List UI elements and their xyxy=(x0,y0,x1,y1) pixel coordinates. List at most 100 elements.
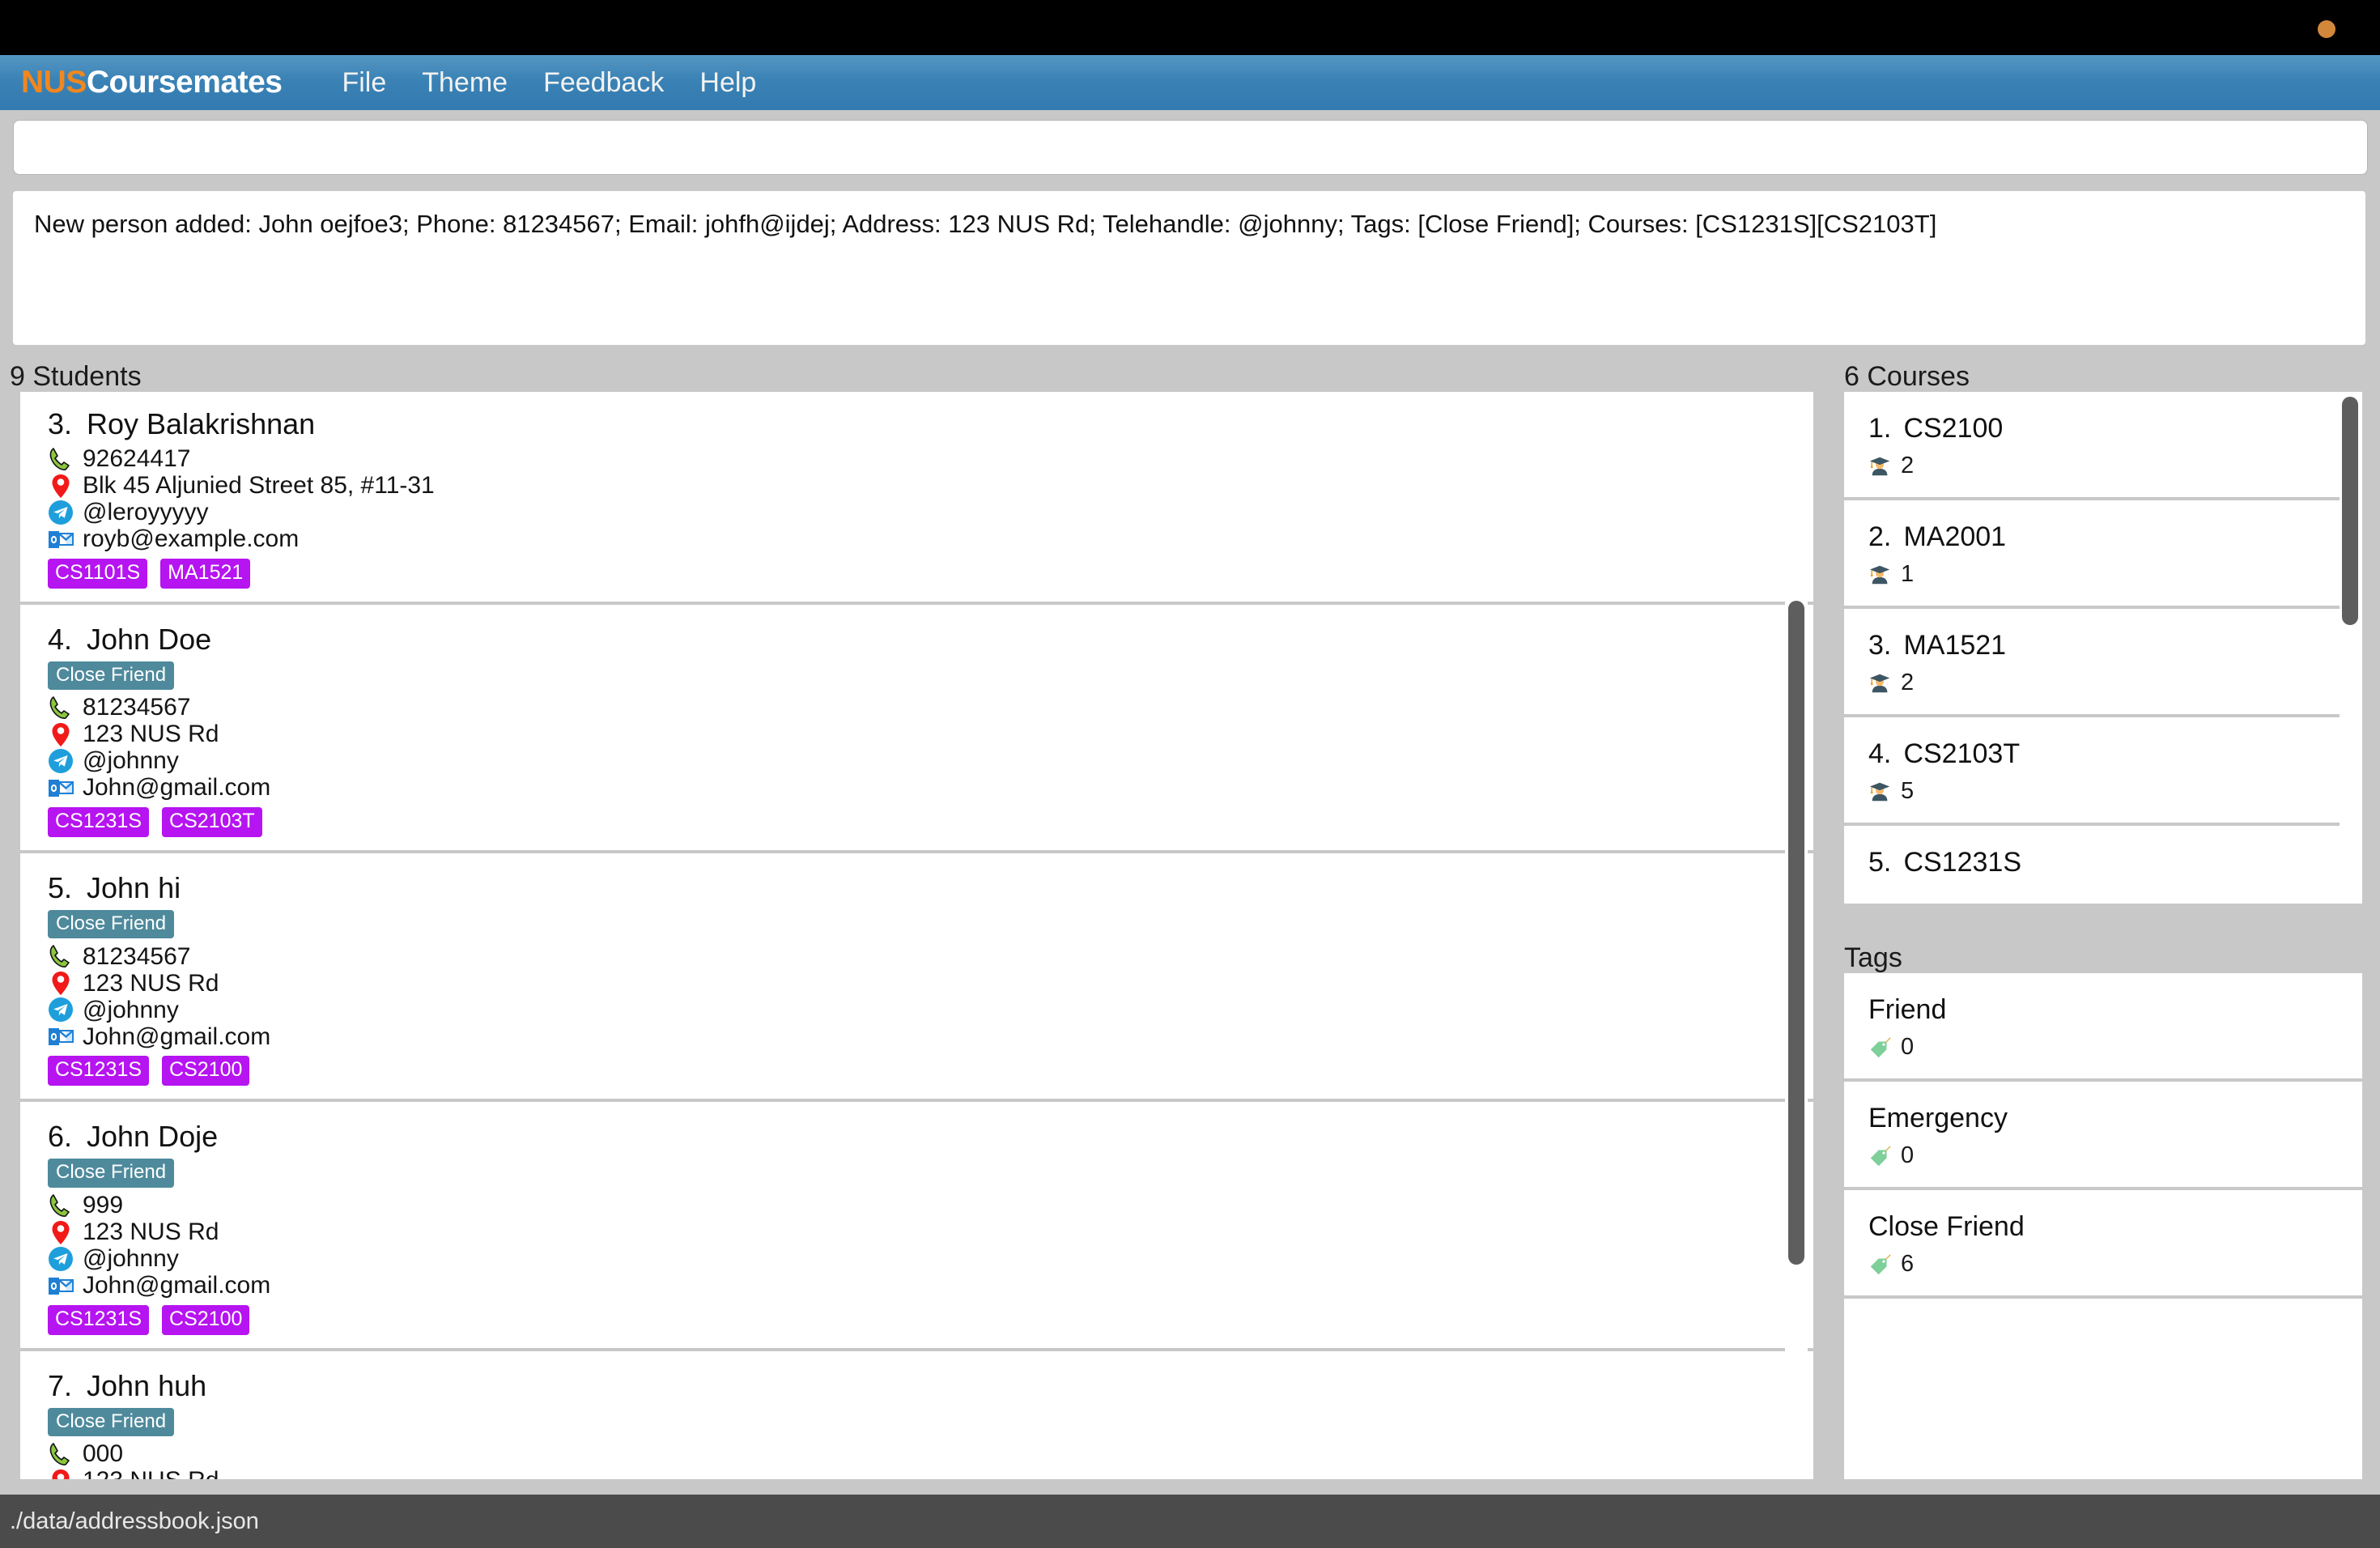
course-index: 3. xyxy=(1868,630,1892,661)
student-address: 123 NUS Rd xyxy=(48,970,1813,996)
course-card[interactable]: 1. CS2100 2 xyxy=(1844,392,2340,500)
menu-item-help[interactable]: Help xyxy=(682,62,774,104)
student-address-text: 123 NUS Rd xyxy=(83,969,219,997)
tag-card[interactable]: Friend 0 xyxy=(1844,973,2362,1082)
student-course-chips: CS1231S CS2103T xyxy=(48,807,1813,837)
student-email-text: John@gmail.com xyxy=(83,1023,271,1050)
course-list-scroll-content: 1. CS2100 2 2. MA2001 1 3. MA1521 2 4. CS2103T… xyxy=(1844,392,2340,904)
student-card[interactable]: 6. John Doje Close Friend 999 123 NUS Rd @jo… xyxy=(20,1102,1813,1351)
student-course-chips: CS1231S CS2100 xyxy=(48,1056,1813,1087)
student-tag-row: Close Friend xyxy=(48,661,1813,695)
student-email: John@gmail.com xyxy=(48,1023,1813,1049)
student-list-scrollbar-thumb[interactable] xyxy=(1788,601,1804,1265)
tag-icon xyxy=(1868,1036,1893,1060)
course-card[interactable]: 2. MA2001 1 xyxy=(1844,500,2340,609)
student-phone: 81234567 xyxy=(48,695,1813,721)
student-index: 7. xyxy=(48,1368,73,1402)
course-chip: CS1231S xyxy=(48,1056,150,1087)
course-card[interactable]: 5. CS1231S xyxy=(1844,826,2340,904)
student-tag-chip: Close Friend xyxy=(48,1407,175,1437)
tag-count: 6 xyxy=(1868,1251,2362,1278)
student-telehandle-text: @johnny xyxy=(83,747,179,775)
course-student-count-value: 5 xyxy=(1901,778,1915,804)
student-list-scroll-content: irfan@example.comCS2103T3. Roy Balakrish… xyxy=(20,392,1813,1479)
phone-icon xyxy=(48,1441,74,1467)
course-index: 4. xyxy=(1868,738,1892,769)
student-index: 3. xyxy=(48,406,73,440)
course-code: 5. CS1231S xyxy=(1868,847,2021,878)
menu-item-file[interactable]: File xyxy=(324,62,404,104)
student-address-text: Blk 45 Aljunied Street 85, #11-31 xyxy=(83,472,435,499)
student-index: 6. xyxy=(48,1120,73,1154)
student-telehandle: @johnny xyxy=(48,997,1813,1023)
course-list-scrollbar-thumb[interactable] xyxy=(2342,397,2358,625)
email-icon xyxy=(48,775,74,801)
student-tag-chip: Close Friend xyxy=(48,1159,175,1188)
student-icon xyxy=(1868,780,1893,804)
course-chip: MA1521 xyxy=(160,558,251,589)
telegram-icon xyxy=(48,500,74,525)
student-email-text: John@gmail.com xyxy=(83,1272,271,1299)
tag-list-scroll-content: Friend 0 Emergency 0 Close Friend 6 xyxy=(1844,973,2362,1299)
course-card[interactable]: 4. CS2103T 5 xyxy=(1844,717,2340,826)
student-card[interactable]: 3. Roy Balakrishnan 92624417 Blk 45 Aljuni… xyxy=(20,392,1813,605)
menu-item-theme[interactable]: Theme xyxy=(404,62,525,104)
students-section-heading: 9 Students xyxy=(10,361,142,392)
student-card[interactable]: 4. John Doe Close Friend 81234567 123 NUS R… xyxy=(20,604,1813,853)
student-index: 5. xyxy=(48,870,73,904)
student-name: 3. Roy Balakrishnan xyxy=(48,406,316,440)
command-input[interactable] xyxy=(14,121,2367,174)
student-address: 123 NUS Rd xyxy=(48,1219,1813,1245)
course-index: 5. xyxy=(1868,847,1892,878)
tag-count-value: 0 xyxy=(1901,1034,1915,1060)
courses-section-heading: 6 Courses xyxy=(1844,361,1970,392)
student-card[interactable]: 7. John huhClose Friend000123 NUS Rd@joh… xyxy=(20,1350,1813,1479)
student-phone: 999 xyxy=(48,1193,1813,1218)
course-list-panel[interactable]: 1. CS2100 2 2. MA2001 1 3. MA1521 2 4. CS2103T… xyxy=(1844,392,2362,904)
course-code: 3. MA1521 xyxy=(1868,630,2007,661)
student-telehandle: @leroyyyyy xyxy=(48,500,1813,525)
tag-icon xyxy=(1868,1144,1893,1168)
student-phone-text: 999 xyxy=(83,1192,124,1219)
menu-items: File Theme Feedback Help xyxy=(324,62,774,104)
course-chip: CS1231S xyxy=(48,1304,150,1335)
status-bar-file-path: ./data/addressbook.json xyxy=(10,1508,259,1534)
app-logo: NUSCoursemates xyxy=(21,65,283,100)
course-chip: CS2100 xyxy=(162,1056,250,1087)
tag-card[interactable]: Emergency 0 xyxy=(1844,1082,2362,1190)
student-telehandle-text: @johnny xyxy=(83,1245,179,1273)
student-phone-text: 000 xyxy=(83,1440,124,1468)
course-card[interactable]: 3. MA1521 2 xyxy=(1844,609,2340,717)
phone-icon xyxy=(48,1193,74,1218)
menu-item-feedback[interactable]: Feedback xyxy=(525,62,682,104)
command-box[interactable] xyxy=(13,120,2368,175)
student-telehandle: @johnny xyxy=(48,748,1813,774)
student-name: 7. John huh xyxy=(48,1368,207,1402)
course-student-count-value: 1 xyxy=(1901,561,1915,587)
student-tag-chip: Close Friend xyxy=(48,661,175,691)
location-pin-icon xyxy=(48,970,74,996)
telegram-icon xyxy=(48,1246,74,1272)
email-icon xyxy=(48,1273,74,1299)
course-code: 2. MA2001 xyxy=(1868,521,2007,552)
student-list-panel[interactable]: irfan@example.comCS2103T3. Roy Balakrish… xyxy=(20,392,1813,1479)
tag-list-panel[interactable]: Friend 0 Emergency 0 Close Friend 6 xyxy=(1844,973,2362,1479)
student-phone-text: 81234567 xyxy=(83,942,191,970)
course-chip: CS1231S xyxy=(48,807,150,837)
student-phone: 92624417 xyxy=(48,446,1813,472)
student-phone: 81234567 xyxy=(48,943,1813,969)
student-email-text: John@gmail.com xyxy=(83,774,271,802)
student-address-text: 123 NUS Rd xyxy=(83,1218,219,1246)
student-icon xyxy=(1868,563,1893,587)
student-card[interactable]: 5. John hi Close Friend 81234567 123 NUS Rd… xyxy=(20,853,1813,1103)
tag-count-value: 6 xyxy=(1901,1251,1915,1277)
menu-bar: NUSCoursemates File Theme Feedback Help xyxy=(0,55,2380,110)
title-bar xyxy=(0,0,2380,55)
student-tag-row: Close Friend xyxy=(48,1407,1813,1441)
course-code: 4. CS2103T xyxy=(1868,738,2021,769)
email-icon xyxy=(48,526,74,552)
student-email-text: royb@example.com xyxy=(83,525,300,552)
student-name: 6. John Doje xyxy=(48,1120,219,1154)
tag-card[interactable]: Close Friend 6 xyxy=(1844,1190,2362,1299)
student-address: 123 NUS Rd xyxy=(48,721,1813,747)
